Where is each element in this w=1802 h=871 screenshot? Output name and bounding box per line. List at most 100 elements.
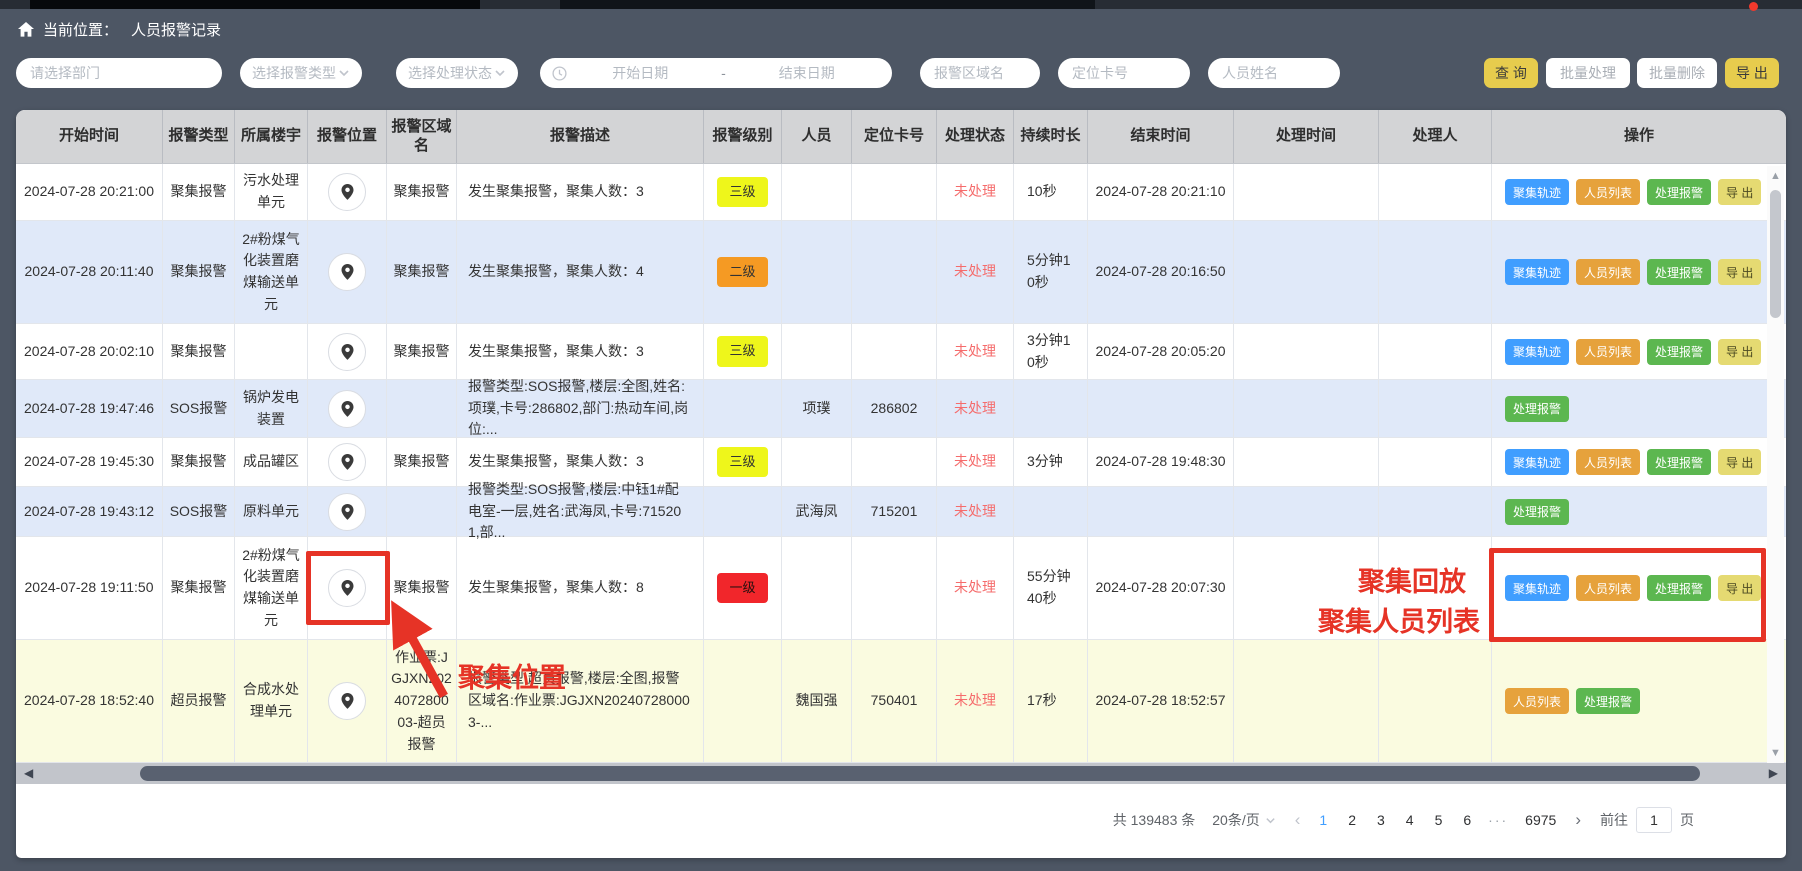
action-button-person-list[interactable]: 人员列表 bbox=[1505, 688, 1569, 714]
cell-alarm-type: SOS报警 bbox=[163, 380, 235, 437]
action-button-person-list[interactable]: 人员列表 bbox=[1576, 449, 1640, 475]
department-input[interactable] bbox=[16, 58, 222, 88]
cell-alarm-type: SOS报警 bbox=[163, 487, 235, 536]
action-button-gather-track[interactable]: 聚集轨迹 bbox=[1505, 339, 1569, 365]
cell-description: 发生聚集报警，聚集人数：3 bbox=[457, 164, 704, 220]
table-row: 2024-07-28 19:43:12SOS报警原料单元报警类型:SOS报警,楼… bbox=[16, 487, 1786, 537]
area-name-input[interactable] bbox=[920, 58, 1040, 88]
vertical-scrollbar-thumb[interactable] bbox=[1770, 190, 1781, 318]
pagination: 共 139483 条 20条/页 ‹ 1 2 3 4 5 6 ··· 6975 … bbox=[1113, 804, 1694, 836]
action-button-handle-alarm[interactable]: 处理报警 bbox=[1576, 688, 1640, 714]
action-button-person-list[interactable]: 人员列表 bbox=[1576, 179, 1640, 205]
cell-card-number bbox=[852, 438, 937, 486]
cell-handle-status: 未处理 bbox=[937, 221, 1014, 323]
batch-process-button[interactable]: 批量处理 bbox=[1546, 58, 1630, 88]
location-pin-button[interactable] bbox=[328, 173, 366, 211]
query-button[interactable]: 查 询 bbox=[1484, 58, 1538, 88]
cell-card-number bbox=[852, 324, 937, 379]
location-pin-icon bbox=[340, 503, 355, 521]
chevron-down-icon bbox=[494, 67, 506, 79]
action-button-person-list[interactable]: 人员列表 bbox=[1576, 339, 1640, 365]
scroll-left-arrow-icon[interactable]: ◀ bbox=[24, 766, 33, 780]
card-number-input[interactable] bbox=[1058, 58, 1190, 88]
page-size-select[interactable]: 20条/页 bbox=[1212, 810, 1275, 830]
prev-page-button[interactable]: ‹ bbox=[1293, 810, 1303, 830]
last-page-number[interactable]: 6975 bbox=[1525, 812, 1556, 828]
cell-end-time: 2024-07-28 20:21:10 bbox=[1088, 164, 1234, 220]
action-button-handle-alarm[interactable]: 处理报警 bbox=[1647, 179, 1711, 205]
location-pin-button[interactable] bbox=[328, 333, 366, 371]
cell-alarm-level bbox=[704, 380, 782, 437]
cell-handle-status: 未处理 bbox=[937, 324, 1014, 379]
page-unit-label: 页 bbox=[1680, 810, 1694, 830]
cell-person bbox=[782, 537, 852, 639]
cell-actions: 聚集轨迹人员列表处理报警导 出 bbox=[1492, 221, 1786, 323]
action-button-handle-alarm[interactable]: 处理报警 bbox=[1647, 259, 1711, 285]
action-button-handle-alarm[interactable]: 处理报警 bbox=[1647, 449, 1711, 475]
cell-alarm-level: 一级 bbox=[704, 537, 782, 639]
column-header-13: 处理人 bbox=[1379, 110, 1492, 163]
location-pin-button[interactable] bbox=[328, 493, 366, 531]
action-button-export[interactable]: 导 出 bbox=[1718, 179, 1761, 205]
cell-area-name: 聚集报警 bbox=[387, 221, 457, 323]
action-button-handle-alarm[interactable]: 处理报警 bbox=[1505, 396, 1569, 422]
cell-duration bbox=[1014, 487, 1088, 536]
page-number-1[interactable]: 1 bbox=[1319, 812, 1327, 828]
column-header-11: 结束时间 bbox=[1088, 110, 1234, 163]
location-pin-button[interactable] bbox=[328, 253, 366, 291]
batch-delete-button[interactable]: 批量删除 bbox=[1637, 58, 1717, 88]
alarm-type-select[interactable]: 选择报警类型 bbox=[240, 58, 362, 88]
action-button-export[interactable]: 导 出 bbox=[1718, 449, 1761, 475]
cell-end-time: 2024-07-28 19:48:30 bbox=[1088, 438, 1234, 486]
action-button-gather-track[interactable]: 聚集轨迹 bbox=[1505, 179, 1569, 205]
breadcrumb: 当前位置： 人员报警记录 bbox=[18, 19, 221, 40]
scroll-down-arrow-icon[interactable]: ▼ bbox=[1767, 747, 1784, 759]
action-button-handle-alarm[interactable]: 处理报警 bbox=[1647, 339, 1711, 365]
cell-area-name: 聚集报警 bbox=[387, 324, 457, 379]
cell-area-name bbox=[387, 487, 457, 536]
scroll-right-arrow-icon[interactable]: ▶ bbox=[1769, 766, 1778, 780]
vertical-scrollbar[interactable]: ▲ ▼ bbox=[1767, 166, 1784, 763]
top-strip-segment bbox=[30, 0, 480, 9]
goto-page-input[interactable] bbox=[1636, 807, 1672, 833]
location-pin-button[interactable] bbox=[328, 390, 366, 428]
page-number-4[interactable]: 4 bbox=[1406, 812, 1414, 828]
action-button-export[interactable]: 导 出 bbox=[1718, 339, 1761, 365]
cell-alarm-level: 三级 bbox=[704, 438, 782, 486]
page-number-6[interactable]: 6 bbox=[1463, 812, 1471, 828]
cell-duration: 10秒 bbox=[1014, 164, 1088, 220]
alarm-level-badge: 三级 bbox=[717, 447, 767, 477]
date-range-picker[interactable]: 开始日期 - 结束日期 bbox=[540, 58, 892, 88]
cell-area-name bbox=[387, 380, 457, 437]
action-button-handle-alarm[interactable]: 处理报警 bbox=[1505, 499, 1569, 525]
action-button-person-list[interactable]: 人员列表 bbox=[1576, 259, 1640, 285]
horizontal-scrollbar-thumb[interactable] bbox=[140, 766, 1700, 781]
table-header-row: 开始时间报警类型所属楼宇报警位置报警区域名报警描述报警级别人员定位卡号处理状态持… bbox=[16, 110, 1786, 164]
handle-status-select[interactable]: 选择处理状态 bbox=[396, 58, 518, 88]
location-pin-button[interactable] bbox=[328, 682, 366, 720]
cell-handle-time bbox=[1234, 324, 1379, 379]
cell-building: 2#粉煤气化装置磨煤输送单元 bbox=[235, 221, 308, 323]
person-name-input[interactable] bbox=[1208, 58, 1340, 88]
cell-actions: 处理报警 bbox=[1492, 380, 1786, 437]
cell-handle-time bbox=[1234, 487, 1379, 536]
cell-alarm-level: 三级 bbox=[704, 164, 782, 220]
alarm-level-badge: 三级 bbox=[717, 177, 767, 207]
cell-card-number bbox=[852, 221, 937, 323]
page-number-2[interactable]: 2 bbox=[1348, 812, 1356, 828]
action-button-export[interactable]: 导 出 bbox=[1718, 259, 1761, 285]
date-separator: - bbox=[714, 65, 734, 81]
action-button-gather-track[interactable]: 聚集轨迹 bbox=[1505, 449, 1569, 475]
page-number-3[interactable]: 3 bbox=[1377, 812, 1385, 828]
annotation-box-actions bbox=[1489, 548, 1766, 642]
page-ellipsis[interactable]: ··· bbox=[1488, 812, 1508, 828]
chevron-down-icon bbox=[338, 67, 350, 79]
horizontal-scrollbar[interactable]: ◀ ▶ bbox=[16, 763, 1786, 784]
page-number-5[interactable]: 5 bbox=[1435, 812, 1443, 828]
next-page-button[interactable]: › bbox=[1573, 810, 1583, 830]
scroll-up-arrow-icon[interactable]: ▲ bbox=[1767, 170, 1784, 182]
location-pin-button[interactable] bbox=[328, 443, 366, 481]
action-button-gather-track[interactable]: 聚集轨迹 bbox=[1505, 259, 1569, 285]
cell-actions: 聚集轨迹人员列表处理报警导 出 bbox=[1492, 438, 1786, 486]
export-button[interactable]: 导 出 bbox=[1725, 58, 1779, 88]
